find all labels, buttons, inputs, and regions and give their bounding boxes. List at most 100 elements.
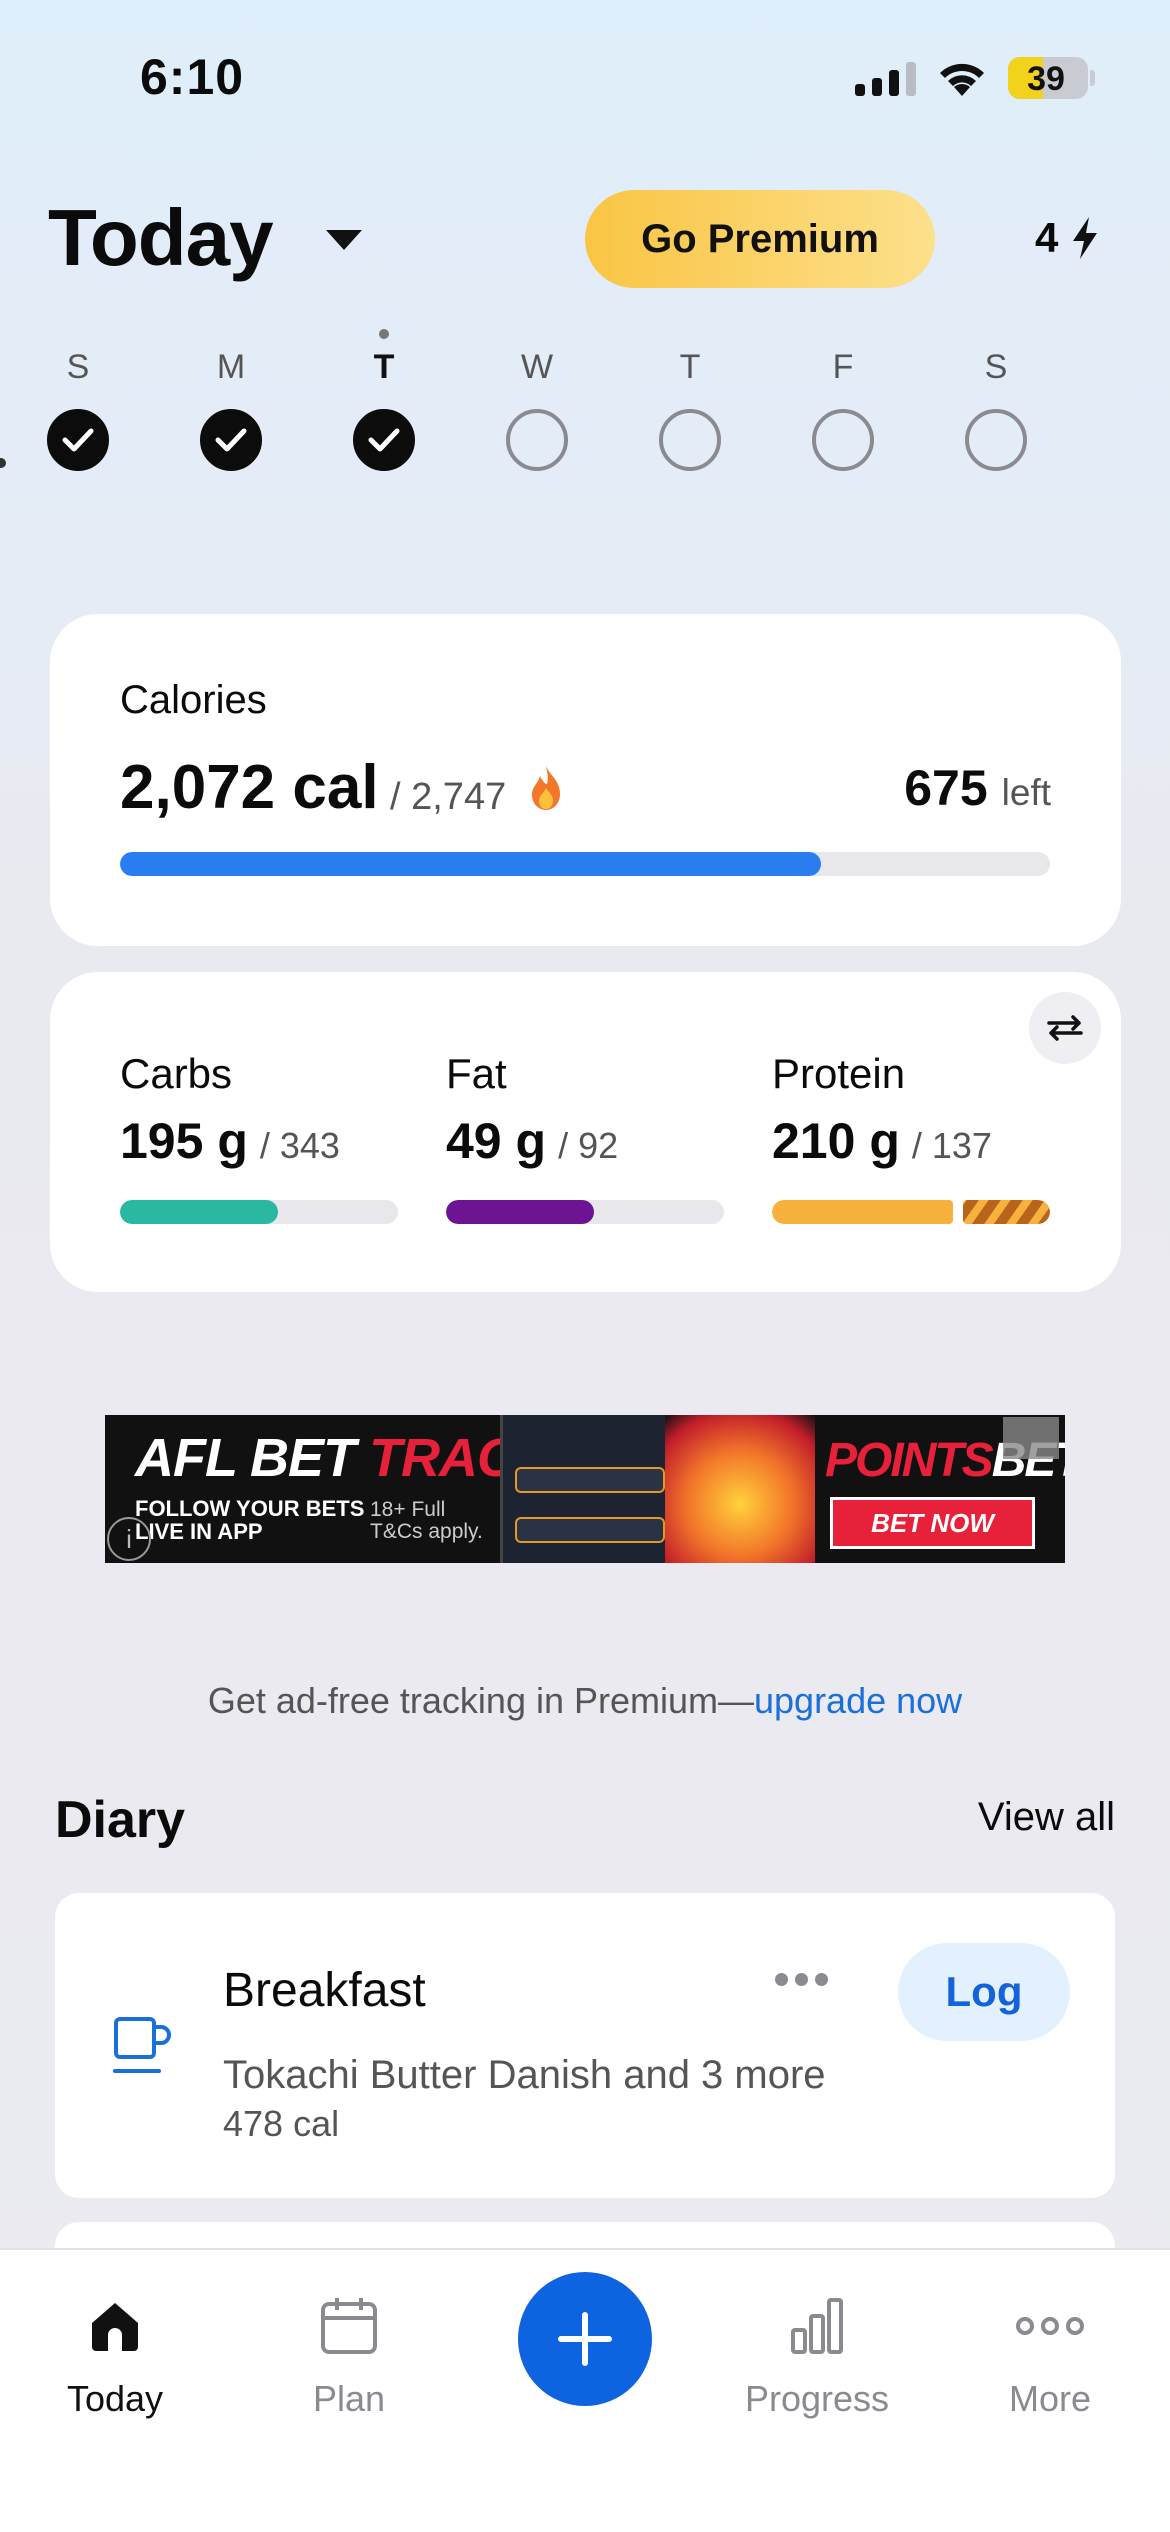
calories-left-value: 675: [904, 760, 988, 816]
tab-plan[interactable]: Plan: [249, 2286, 449, 2420]
macro-value: 210 g: [772, 1113, 900, 1169]
macro-carbs: Carbs 195 g / 343: [120, 1050, 398, 1224]
tab-label: Progress: [744, 2378, 890, 2419]
coffee-cup-icon: [113, 2017, 171, 2073]
ad-banner[interactable]: AFL BET TRACKER FOLLOW YOUR BETS LIVE IN…: [105, 1415, 1065, 1563]
streak-counter[interactable]: 4: [1035, 214, 1100, 262]
week-day[interactable]: F: [798, 345, 888, 471]
battery-nub: [1090, 70, 1095, 86]
calories-consumed: 2,072 cal: [120, 753, 379, 822]
macro-protein: Protein 210 g / 137: [772, 1050, 1050, 1224]
week-day[interactable]: S: [951, 345, 1041, 471]
macro-progress-bar: [446, 1200, 724, 1224]
breakfast-card[interactable]: Breakfast Log Tokachi Butter Danish and …: [55, 1893, 1115, 2198]
macro-progress-fill: [446, 1200, 595, 1224]
week-day-label: T: [373, 348, 395, 386]
empty-circle-icon: [659, 409, 721, 471]
log-button[interactable]: Log: [898, 1943, 1070, 2041]
macro-name: Protein: [772, 1050, 906, 1097]
week-day[interactable]: M: [186, 345, 276, 471]
battery-icon: 39: [1008, 57, 1088, 99]
checkmark-icon: [47, 409, 109, 471]
macro-goal: / 92: [558, 1125, 619, 1166]
lightning-icon: [1073, 217, 1098, 259]
calories-goal: / 2,747: [390, 776, 507, 818]
week-day[interactable]: T: [339, 329, 429, 471]
page-title[interactable]: Today: [48, 192, 274, 284]
cellular-signal-icon: [855, 62, 916, 96]
calories-left: 675 left: [904, 759, 1051, 817]
view-all-link[interactable]: View all: [978, 1795, 1115, 1840]
flame-icon: [532, 766, 560, 810]
status-time: 6:10: [140, 49, 245, 105]
week-day-label: W: [520, 348, 554, 386]
caret-down-icon[interactable]: [326, 230, 362, 250]
week-day-label: T: [679, 348, 701, 386]
macro-progress-bar: [772, 1200, 1050, 1224]
tab-progress[interactable]: Progress: [717, 2286, 917, 2420]
tab-label: More: [1008, 2378, 1092, 2419]
calendar-icon: [321, 2298, 377, 2354]
battery-level: 39: [1027, 60, 1065, 98]
macro-progress-bar: [120, 1200, 398, 1224]
more-dots-icon: [1016, 2317, 1084, 2335]
tab-label: Plan: [312, 2378, 386, 2419]
empty-circle-icon: [506, 409, 568, 471]
plus-icon: [558, 2312, 612, 2366]
calories-left-word: left: [1001, 772, 1051, 813]
week-day[interactable]: W: [492, 345, 582, 471]
meal-name: Breakfast: [223, 1964, 426, 2017]
calories-label: Calories: [120, 678, 267, 722]
ad-bet-now-button[interactable]: BET NOW: [830, 1497, 1035, 1549]
calories-progress-bar: [120, 852, 1050, 876]
empty-circle-icon: [812, 409, 874, 471]
macro-goal: / 343: [259, 1125, 340, 1166]
go-premium-button[interactable]: Go Premium: [585, 190, 935, 288]
macro-progress-fill: [120, 1200, 278, 1224]
week-day-label: F: [832, 348, 854, 386]
bar-chart-icon: [791, 2298, 843, 2354]
week-strip: SMTWTFS: [45, 329, 1125, 505]
tab-today[interactable]: Today: [15, 2286, 215, 2420]
tab-label: Today: [66, 2378, 164, 2419]
empty-circle-icon: [965, 409, 1027, 471]
add-button[interactable]: [518, 2272, 652, 2406]
tab-more[interactable]: More: [950, 2286, 1150, 2420]
checkmark-icon: [200, 409, 262, 471]
week-day[interactable]: S: [33, 345, 123, 471]
week-day-label: S: [66, 348, 90, 386]
macro-fat: Fat 49 g / 92: [446, 1050, 724, 1224]
diary-heading: Diary: [55, 1791, 186, 1849]
more-options-icon[interactable]: [775, 1973, 835, 1986]
checkmark-icon: [353, 409, 415, 471]
streak-count: 4: [1035, 214, 1059, 261]
home-icon: [92, 2303, 138, 2351]
ad-choices-icon[interactable]: [1003, 1417, 1059, 1459]
macro-name: Carbs: [120, 1050, 233, 1097]
meal-description: Tokachi Butter Danish and 3 more: [223, 2053, 826, 2097]
macro-over-goal-fill: [963, 1200, 1050, 1224]
week-day[interactable]: T: [645, 345, 735, 471]
ad-phone-image: [500, 1415, 675, 1563]
calories-card[interactable]: Calories 2,072 cal / 2,747 675 left: [50, 614, 1121, 946]
wifi-icon: [940, 63, 984, 96]
meal-calories: 478 cal: [223, 2103, 340, 2144]
macro-goal: / 137: [911, 1125, 992, 1166]
upsell-text: Get ad-free tracking in Premium—: [207, 1680, 754, 1721]
ad-info-icon[interactable]: i: [107, 1517, 151, 1561]
week-day-label: S: [984, 348, 1008, 386]
ad-terms: 18+ Full T&Cs apply.: [370, 1498, 483, 1543]
macro-progress-fill: [772, 1200, 954, 1224]
week-scroll-edge-dot: [0, 458, 6, 468]
macro-name: Fat: [446, 1050, 507, 1097]
calories-progress-fill: [120, 852, 822, 876]
macro-value: 49 g: [446, 1113, 547, 1169]
upgrade-now-link[interactable]: upgrade now: [754, 1680, 962, 1721]
macros-card[interactable]: Carbs 195 g / 343 Fat 49 g / 92 Protein 210 g / …: [50, 972, 1121, 1292]
macro-value: 195 g: [120, 1113, 248, 1169]
ad-fire-image: [665, 1415, 815, 1563]
ad-subtitle: FOLLOW YOUR BETS LIVE IN APP: [135, 1496, 365, 1544]
ad-free-upsell: Get ad-free tracking in Premium—upgrade …: [0, 1680, 1170, 1722]
tab-bar: Today Plan Progress More: [0, 2248, 1170, 2532]
week-day-label: M: [216, 348, 246, 386]
